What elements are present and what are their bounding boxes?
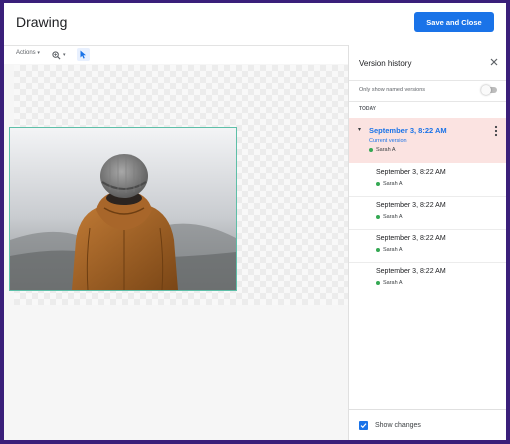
actions-menu[interactable]: Actions ▾ xyxy=(16,50,40,56)
more-vert-icon[interactable] xyxy=(494,125,498,137)
version-group-label: TODAY xyxy=(359,106,376,112)
user-dot-icon xyxy=(376,248,380,252)
drawing-dialog: Drawing Save and Close Actions ▾ ▾ Versi… xyxy=(4,3,506,440)
user-name: Sarah A xyxy=(383,247,403,253)
current-version-item[interactable]: ▾ September 3, 8:22 AM Current version S… xyxy=(349,118,506,163)
show-changes-checkbox[interactable] xyxy=(359,421,368,430)
version-date: September 3, 8:22 AM xyxy=(376,268,446,275)
version-user: Sarah A xyxy=(376,280,403,286)
drawing-image[interactable] xyxy=(9,127,237,291)
select-tool-button[interactable] xyxy=(77,48,90,61)
version-item[interactable]: September 3, 8:22 AM Sarah A xyxy=(349,262,506,295)
actions-label: Actions xyxy=(16,50,36,56)
dialog-title: Drawing xyxy=(16,14,68,30)
version-item[interactable]: September 3, 8:22 AM Sarah A xyxy=(349,163,506,197)
version-history-title: Version history xyxy=(359,59,412,68)
named-versions-toggle[interactable] xyxy=(481,85,497,95)
checkmark-icon xyxy=(360,423,367,429)
user-dot-icon xyxy=(376,182,380,186)
user-dot-icon xyxy=(376,215,380,219)
current-version-user: Sarah A xyxy=(369,147,396,153)
zoom-icon xyxy=(52,50,61,60)
version-history-panel: Version history Only show named versions… xyxy=(348,45,506,440)
select-pointer-icon xyxy=(80,50,86,59)
show-changes-label[interactable]: Show changes xyxy=(375,422,421,429)
zoom-menu[interactable]: ▾ xyxy=(52,49,70,61)
version-user: Sarah A xyxy=(376,214,403,220)
version-item[interactable]: September 3, 8:22 AM Sarah A xyxy=(349,196,506,230)
user-name: Sarah A xyxy=(383,280,403,286)
toggle-thumb xyxy=(481,85,491,95)
user-name: Sarah A xyxy=(376,147,396,153)
drawing-toolbar: Actions ▾ ▾ xyxy=(4,45,348,65)
version-date: September 3, 8:22 AM xyxy=(376,169,446,176)
user-dot-icon xyxy=(376,281,380,285)
user-name: Sarah A xyxy=(383,214,403,220)
version-user: Sarah A xyxy=(376,181,403,187)
version-date: September 3, 8:22 AM xyxy=(376,235,446,242)
current-version-date: September 3, 8:22 AM xyxy=(369,126,447,135)
user-dot-icon xyxy=(369,148,373,152)
dialog-header: Drawing Save and Close xyxy=(4,3,506,45)
version-user: Sarah A xyxy=(376,247,403,253)
person-in-hat-image xyxy=(10,128,236,290)
version-date: September 3, 8:22 AM xyxy=(376,202,446,209)
named-versions-row: Only show named versions xyxy=(349,80,506,102)
version-item[interactable]: September 3, 8:22 AM Sarah A xyxy=(349,229,506,263)
user-name: Sarah A xyxy=(383,181,403,187)
save-and-close-button[interactable]: Save and Close xyxy=(414,12,494,32)
chevron-down-icon: ▾ xyxy=(63,52,66,58)
current-version-status: Current version xyxy=(369,138,407,144)
version-panel-footer: Show changes xyxy=(349,409,506,440)
expand-caret-icon[interactable]: ▾ xyxy=(358,126,361,133)
close-icon[interactable] xyxy=(489,57,499,67)
chevron-down-icon: ▾ xyxy=(37,50,40,56)
named-versions-label: Only show named versions xyxy=(359,87,426,93)
